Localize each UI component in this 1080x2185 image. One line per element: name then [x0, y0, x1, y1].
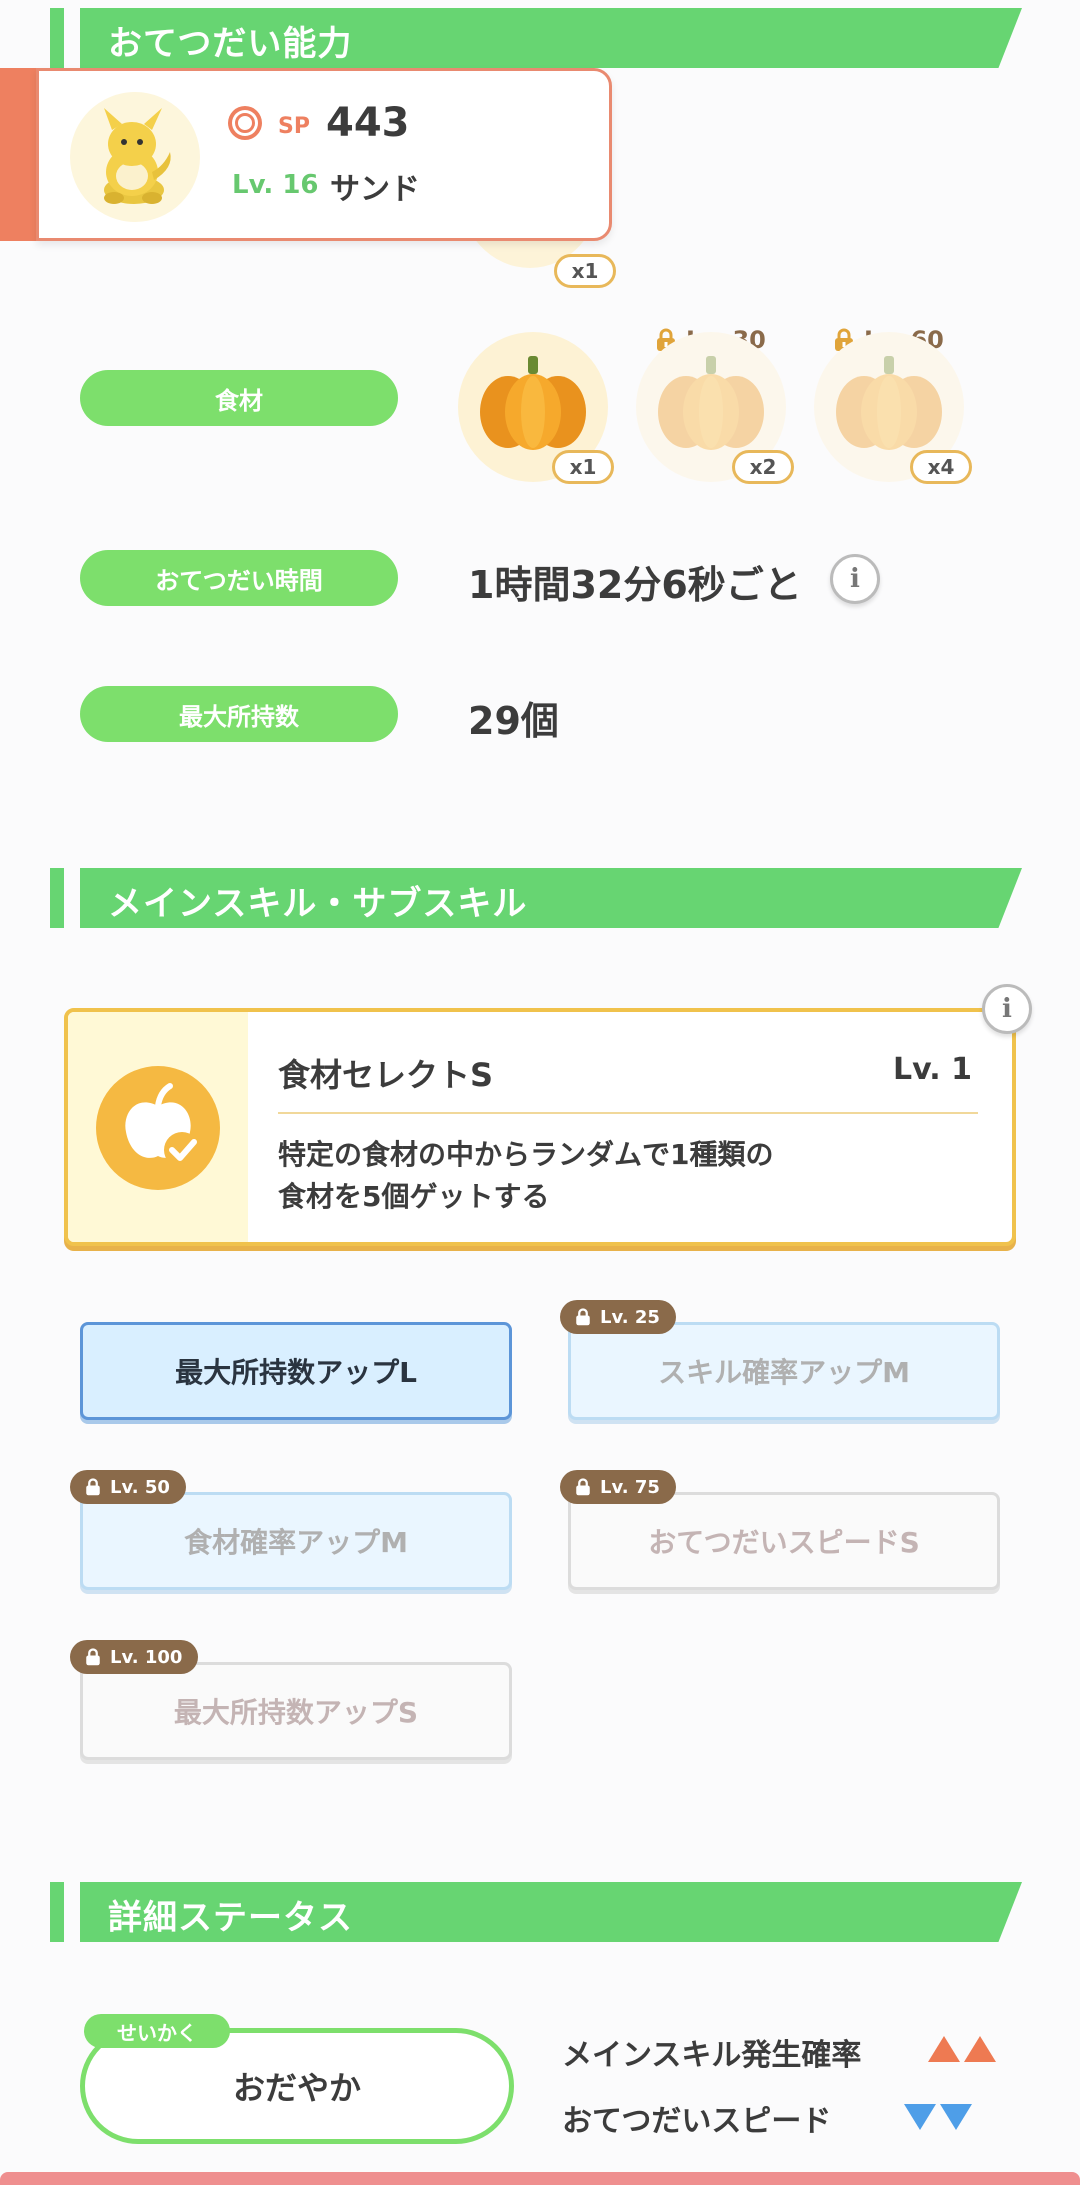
ingredient-qty: x4: [910, 450, 972, 484]
help-time-value: 1時間32分6秒ごと: [468, 563, 802, 607]
down-arrow-icon: [940, 2104, 972, 2130]
down-arrow-icon: [904, 2104, 936, 2130]
ingredient-qty: x1: [554, 254, 616, 288]
section-title: メインスキル・サブスキル: [108, 884, 528, 924]
skill-icon-panel: [68, 1012, 248, 1242]
pokemon-name: サンド: [330, 172, 420, 207]
section-header-details: 詳細ステータス: [50, 1882, 1022, 1942]
pumpkin-icon: [658, 356, 764, 450]
main-skill-card[interactable]: 食材セレクトS Lv. 1 特定の食材の中からランダムで1種類の 食材を5個ゲッ…: [64, 1008, 1016, 1246]
section-header-helping: おてつだい能力: [50, 8, 1022, 68]
ingredient-select-icon: [96, 1066, 220, 1190]
sub-skill-lock-tag: Lv. 100: [70, 1640, 199, 1674]
pokemon-level: Lv. 16: [232, 170, 319, 200]
pumpkin-icon: [480, 356, 586, 450]
bottom-bar: [0, 2172, 1080, 2185]
ingredients-label: 食材: [80, 370, 398, 426]
sub-skill-2[interactable]: スキル確率アップM: [568, 1322, 1000, 1420]
pokemon-avatar: [70, 92, 200, 222]
sub-skill-3[interactable]: 食材確率アップM: [80, 1492, 512, 1590]
sandshrew-icon: [104, 108, 171, 204]
sub-skill-5[interactable]: 最大所持数アップS: [80, 1662, 512, 1760]
section-title: 詳細ステータス: [108, 1898, 353, 1938]
lock-icon: [576, 1478, 590, 1496]
skill-desc-line: 特定の食材の中からランダムで1種類の: [278, 1138, 774, 1171]
ingredient-qty: x2: [732, 450, 794, 484]
skill-divider: [278, 1112, 978, 1114]
sp-value: 443: [326, 100, 410, 146]
lock-level: Lv. 100: [110, 1646, 183, 1668]
lock-level: Lv. 50: [110, 1476, 170, 1498]
sub-skill-lock-tag: Lv. 25: [560, 1300, 676, 1334]
header-stripe: [50, 1882, 64, 1942]
sub-skill-lock-tag: Lv. 50: [70, 1470, 186, 1504]
card-accent: [0, 68, 40, 241]
main-skill-name: 食材セレクトS: [278, 1056, 494, 1094]
sub-skill-1[interactable]: 最大所持数アップL: [80, 1322, 512, 1420]
ingredient-slot-2[interactable]: x2: [636, 332, 794, 484]
header-stripe: [50, 868, 64, 928]
main-skill-level: Lv. 1: [893, 1052, 972, 1087]
info-icon[interactable]: i: [830, 554, 880, 604]
lock-icon: [576, 1308, 590, 1326]
sub-skill-4[interactable]: おてつだいスピードS: [568, 1492, 1000, 1590]
lock-level: Lv. 25: [600, 1306, 660, 1328]
pumpkin-icon: [836, 356, 942, 450]
section-header-skills: メインスキル・サブスキル: [50, 868, 1022, 928]
main-skill-description: 特定の食材の中からランダムで1種類の 食材を5個ゲットする: [278, 1134, 878, 1218]
lock-icon: [86, 1478, 100, 1496]
skill-info-icon[interactable]: i: [982, 984, 1032, 1034]
lock-icon: [86, 1648, 100, 1666]
section-title: おてつだい能力: [108, 24, 353, 64]
sp-label: SP: [278, 114, 310, 139]
nature-up-effect: メインスキル発生確率: [562, 2038, 862, 2073]
nature-down-effect: おてつだいスピード: [562, 2104, 832, 2139]
header-stripe: [50, 8, 64, 68]
max-carry-label: 最大所持数: [80, 686, 398, 742]
lock-level: Lv. 75: [600, 1476, 660, 1498]
help-time-label: おてつだい時間: [80, 550, 398, 606]
up-arrow-icon: [928, 2036, 960, 2062]
nature-tag: せいかく: [84, 2014, 230, 2048]
skill-desc-line: 食材を5個ゲットする: [278, 1180, 550, 1213]
sub-skill-lock-tag: Lv. 75: [560, 1470, 676, 1504]
ingredient-slot-3[interactable]: x4: [814, 332, 972, 484]
max-carry-value: 29個: [468, 699, 559, 743]
sp-icon: [228, 106, 262, 140]
up-arrow-icon: [964, 2036, 996, 2062]
ingredient-slot-1[interactable]: x1: [458, 332, 614, 484]
ingredient-qty: x1: [552, 450, 614, 484]
